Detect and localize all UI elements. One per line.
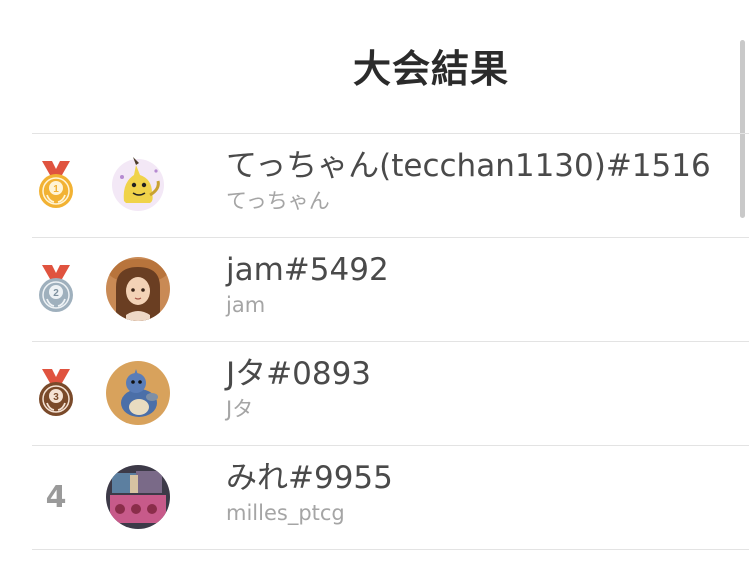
player-avatar[interactable]: [106, 257, 170, 321]
rank-number: 4: [45, 480, 67, 515]
cards-avatar-icon: [106, 465, 170, 529]
player-sub-name: てっちゃん: [226, 189, 330, 213]
rank-cell: 3: [32, 342, 80, 445]
result-row[interactable]: 4 みれ#9955 milles_ptcg: [32, 445, 749, 550]
girl-hat-avatar-icon: [106, 257, 170, 321]
player-display-name[interactable]: てっちゃん(tecchan1130)#1516: [226, 146, 711, 186]
player-sub-name: Jタ: [226, 397, 254, 421]
player-names: jam#5492 jam: [226, 250, 389, 320]
gold-medal-icon: 1: [39, 160, 73, 208]
page-header: 大会結果: [0, 0, 749, 134]
tournament-results-page: 大会結果 1 てっちゃん(tecchan1130)#1516 てっちゃん 2 j…: [0, 0, 749, 564]
rank-cell: 2: [32, 238, 80, 341]
player-sub-name: milles_ptcg: [226, 501, 345, 525]
silver-medal-icon: 2: [39, 264, 73, 312]
medal-rank-label: 2: [53, 288, 59, 299]
bronze-medal-icon: 3: [39, 368, 73, 416]
page-title: 大会結果: [352, 47, 509, 91]
player-display-name[interactable]: みれ#9955: [226, 458, 393, 498]
player-names: みれ#9955 milles_ptcg: [226, 458, 393, 528]
result-row[interactable]: 1 てっちゃん(tecchan1130)#1516 てっちゃん: [32, 133, 749, 237]
player-names: てっちゃん(tecchan1130)#1516 てっちゃん: [226, 146, 711, 216]
result-row[interactable]: 3 Jタ#0893 Jタ: [32, 341, 749, 445]
player-avatar[interactable]: [106, 361, 170, 425]
lapras-avatar-icon: [106, 361, 170, 425]
player-display-name[interactable]: jam#5492: [226, 250, 389, 290]
player-names: Jタ#0893 Jタ: [226, 354, 371, 424]
rank-cell: 4: [32, 446, 80, 549]
player-avatar[interactable]: [106, 153, 170, 217]
mimikyu-avatar-icon: [106, 153, 170, 217]
medal-rank-label: 3: [53, 392, 59, 403]
player-display-name[interactable]: Jタ#0893: [226, 354, 371, 394]
rank-cell: 1: [32, 134, 80, 237]
result-row[interactable]: 2 jam#5492 jam: [32, 237, 749, 341]
results-list: 1 てっちゃん(tecchan1130)#1516 てっちゃん 2 jam#54…: [32, 133, 749, 550]
medal-rank-label: 1: [53, 184, 59, 195]
player-sub-name: jam: [226, 293, 266, 317]
player-avatar[interactable]: [106, 465, 170, 529]
